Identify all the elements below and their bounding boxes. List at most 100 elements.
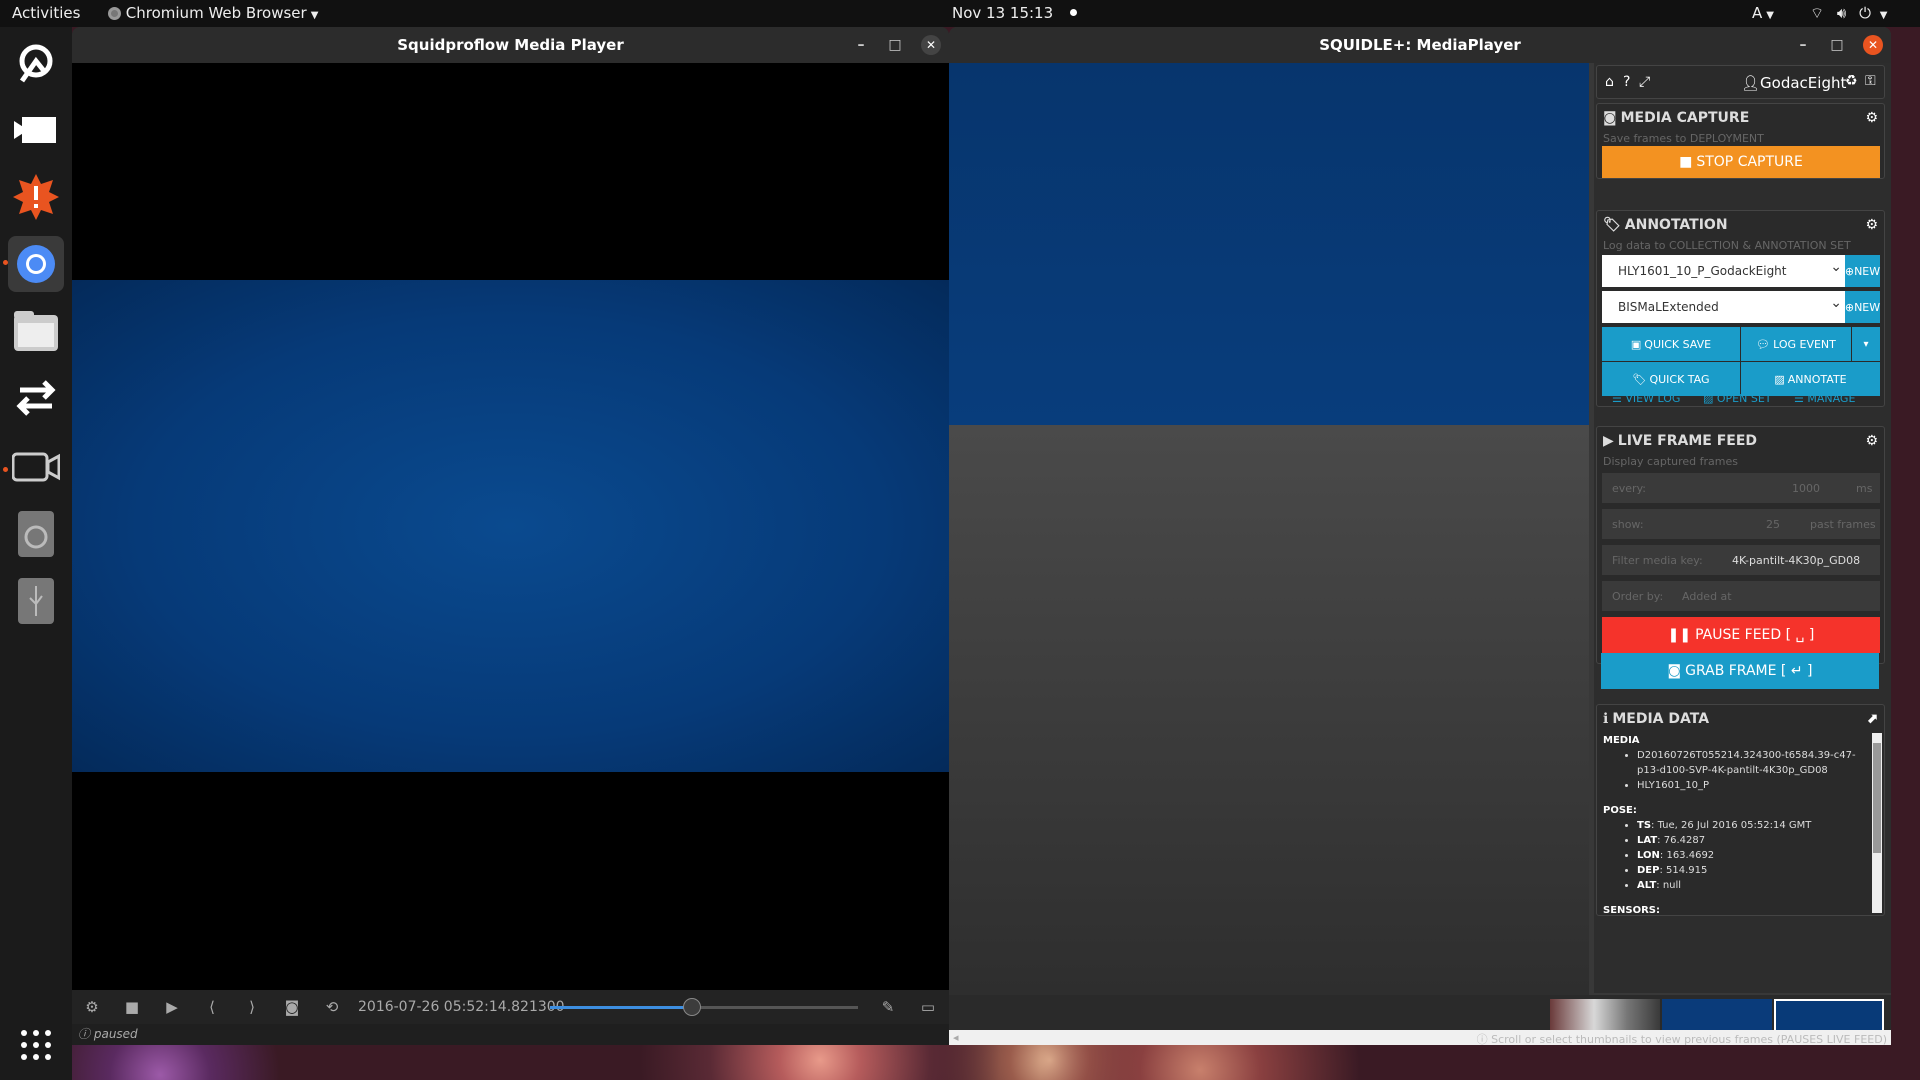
every-unit: ms [1856,482,1873,495]
media-data-scrollbar[interactable] [1872,733,1882,913]
username: GodacEight [1760,74,1847,92]
side-panel: ⌂ ? ⤢ 👤︎GodacEight ♻ ⚿ ◙ MEDIA CAPTURE ⚙… [1594,63,1891,993]
pause-feed-button[interactable]: ❚❚ PAUSE FEED [ ␣ ] [1602,617,1880,653]
media-data-title: MEDIA DATA [1612,711,1710,727]
app-grid-icon[interactable] [8,1017,64,1073]
popout-icon[interactable]: ⬈ [1866,711,1878,727]
list-item: LON: 163.4692 [1637,848,1865,863]
user-menu[interactable]: 👤︎GodacEight [1741,74,1846,92]
show-input[interactable]: 25 [1766,518,1780,531]
history-icon[interactable]: ⟲ [312,998,352,1016]
gear-icon[interactable]: ⚙ [1865,217,1878,233]
tools-icon[interactable]: ✎ [868,998,908,1016]
play-icon[interactable]: ▶ [152,998,192,1016]
video-player-icon[interactable] [8,102,64,158]
squidle-window: SQUIDLE+: MediaPlayer – □ ✕ ⌂ ? ⤢ 👤︎Goda… [949,27,1891,1045]
maximize-icon[interactable]: □ [1827,35,1847,55]
live-feed-title: LIVE FRAME FEED [1617,433,1758,449]
order-select[interactable]: Added at [1682,590,1732,603]
view-log-link[interactable]: ☰ VIEW LOG [1612,392,1680,405]
gear-icon[interactable]: ⚙ [1865,433,1878,449]
seek-bar[interactable] [550,998,858,1016]
filter-input[interactable]: 4K-pantilt-4K30p_GD08 [1732,554,1860,567]
wifi-icon: ⌔ [1810,4,1825,22]
grab-frame-label: GRAB FRAME [ ↵ ] [1685,663,1813,679]
manage-label: MANAGE [1807,392,1856,405]
clock[interactable]: Nov 13 15:13 [952,4,1077,22]
help-icon[interactable]: ? [1623,74,1630,90]
dock [0,27,72,1080]
new-collection-label-wrap[interactable]: ⊕ NEW [1845,255,1880,287]
gear-icon[interactable]: ⚙ [1865,110,1878,126]
pose-value: 514.915 [1666,865,1708,876]
horizontal-scrollbar[interactable]: ◂ ⓘ Scroll or select thumbnails to view … [949,1030,1891,1045]
stop-icon[interactable]: ■ [112,998,152,1016]
window-titlebar[interactable]: SQUIDLE+: MediaPlayer – □ ✕ [949,27,1891,63]
fullscreen-icon[interactable]: ⤢ [1639,74,1650,90]
grab-frame-button[interactable]: ◙ GRAB FRAME [ ↵ ] [1601,653,1879,689]
playback-controls: ⚙ ■ ▶ ⟨ ⟩ ◙ ⟲ 2016-07-26 05:52:14.821300… [72,990,949,1024]
pause-feed-label: PAUSE FEED [ ␣ ] [1695,627,1815,643]
view-log-label: VIEW LOG [1625,392,1681,405]
media-label: MEDIA [1603,735,1640,746]
usb-icon[interactable] [8,573,64,629]
stop-capture-button[interactable]: ■ STOP CAPTURE [1602,146,1880,178]
quick-tag-label: QUICK TAG [1649,372,1710,386]
clock-label: Nov 13 15:13 [952,4,1054,22]
disk-icon[interactable] [8,506,64,562]
keyboard-layout[interactable]: A ▼ [1752,4,1774,22]
panel-header: ⌂ ? ⤢ 👤︎GodacEight ♻ ⚿ [1596,65,1885,99]
squidle-icon[interactable] [8,35,64,91]
power-icon: ⏻ [1859,4,1871,22]
system-menu[interactable]: ⌔ 🔊︎ ⏻ ▼ [1810,4,1887,23]
key-icon[interactable]: ⚿ [1865,73,1876,89]
log-event-dropdown[interactable]: ▾ [1852,327,1880,361]
collection-select[interactable]: HLY1601_10_P_GodackEight [1602,251,1848,287]
label-scheme-select[interactable]: BISMaLExtended [1602,287,1848,323]
refresh-icon[interactable]: ♻ [1845,73,1858,89]
next-frame-icon[interactable]: ⟩ [232,998,272,1016]
stop-icon: ■ [1679,154,1693,170]
video-canvas[interactable] [72,63,949,1018]
activities-button[interactable]: Activities [12,4,80,22]
annotate-button[interactable]: ▨ ANNOTATE [1741,362,1880,396]
open-set-link[interactable]: ▨ OPEN SET [1703,392,1772,405]
app-menu[interactable]: Chromium Web Browser ▼ [108,4,318,22]
chromium-icon[interactable] [8,236,64,292]
quick-save-button[interactable]: ▣ QUICK SAVE [1602,327,1740,361]
settings-icon[interactable]: ⚙ [72,998,112,1016]
log-event-button[interactable]: 💬︎ LOG EVENT [1741,327,1851,361]
quick-tag-button[interactable]: 🏷︎ QUICK TAG [1602,362,1740,396]
pose-key: LON [1637,850,1660,861]
order-label: Order by: [1612,590,1664,603]
scroll-left-icon[interactable]: ◂ [953,1031,959,1044]
close-icon[interactable]: ✕ [1863,35,1883,55]
manage-link[interactable]: ☰ MANAGE [1794,392,1855,405]
camera-icon[interactable] [8,439,64,495]
volume-icon: 🔊︎ [1836,4,1847,22]
show-label: show: [1612,518,1644,531]
seek-handle[interactable] [682,998,701,1016]
new-label-scheme-button[interactable]: ⊕ NEW [1845,291,1880,323]
minimize-icon[interactable]: – [851,35,871,55]
annotate-label: ANNOTATE [1787,372,1847,386]
scrollbar-thumb[interactable] [1873,743,1881,853]
live-feed-heading: ▶ LIVE FRAME FEED ⚙ [1597,427,1884,455]
maximize-icon[interactable]: □ [885,35,905,55]
plus-icon: ⊕ [1844,264,1855,278]
every-input[interactable]: 1000 [1792,482,1820,495]
transfer-icon[interactable] [8,370,64,426]
previous-frame-icon[interactable]: ⟨ [192,998,232,1016]
list-item: HLY1601_10_P [1637,778,1865,793]
squidproflow-window: Squidproflow Media Player – □ ✕ ⚙ ■ ▶ ⟨ … [72,27,949,1045]
minimize-icon[interactable]: – [1793,35,1813,55]
live-frame-view[interactable] [949,63,1589,425]
snapshot-icon[interactable]: ◙ [272,998,312,1016]
list-item: ALT: null [1637,878,1865,893]
close-icon[interactable]: ✕ [921,35,941,55]
window-titlebar[interactable]: Squidproflow Media Player – □ ✕ [72,27,949,63]
open-folder-icon[interactable]: ▭ [908,998,948,1016]
alert-app-icon[interactable] [8,169,64,225]
files-icon[interactable] [8,303,64,359]
home-icon[interactable]: ⌂ [1605,74,1614,90]
